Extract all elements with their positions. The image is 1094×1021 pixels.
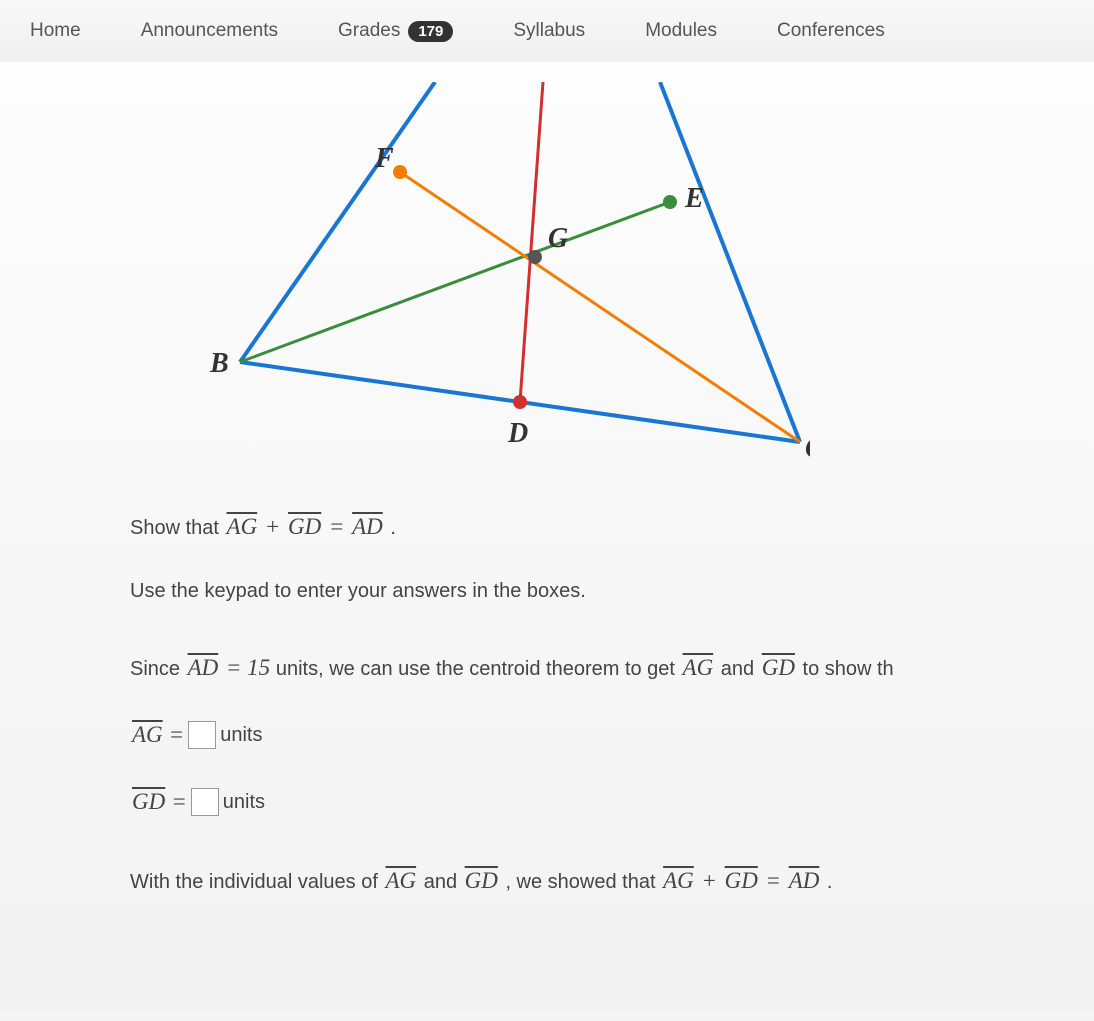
equals-3: = <box>171 782 187 821</box>
seg-gd-4: GD <box>463 868 500 893</box>
since-line: Since AD = 15 units, we can use the cent… <box>130 648 1034 687</box>
equals-2: = <box>169 715 185 754</box>
grades-badge: 179 <box>408 21 453 42</box>
gd-input[interactable] <box>191 788 219 816</box>
label-d: D <box>507 418 528 449</box>
side-ac <box>660 82 800 442</box>
nav-grades-label: Grades <box>338 20 400 42</box>
seg-gd-3: GD <box>130 782 167 821</box>
nav-conferences[interactable]: Conferences <box>777 20 885 42</box>
plus-2: + <box>701 868 722 893</box>
show-that-line: Show that AG + GD = AD . <box>130 507 1034 546</box>
seg-ag-4: AG <box>383 868 418 893</box>
since-suffix: units, we can use the centroid theorem t… <box>276 658 681 680</box>
seg-ad-2: AD <box>186 655 221 680</box>
ad-value: = 15 <box>226 655 276 680</box>
nav-announcements-label: Announcements <box>141 20 278 42</box>
seg-ag-2: AG <box>681 655 716 680</box>
period-1: . <box>390 517 396 539</box>
triangle-diagram: F E G B D C <box>130 82 810 472</box>
median-be <box>240 202 670 362</box>
ag-input-line: AG = units <box>130 715 1034 754</box>
problem-text: Show that AG + GD = AD . Use the keypad … <box>130 507 1034 900</box>
equals-4: = <box>765 868 786 893</box>
label-e: E <box>684 183 704 214</box>
gd-input-line: GD = units <box>130 782 1034 821</box>
nav-modules[interactable]: Modules <box>645 20 717 42</box>
seg-ad: AD <box>350 514 385 539</box>
seg-gd-2: GD <box>760 655 797 680</box>
conclusion-line: With the individual values of AG and GD … <box>130 861 1034 900</box>
period-2: . <box>827 871 833 893</box>
since-prefix: Since <box>130 658 186 680</box>
and-1: and <box>721 658 760 680</box>
point-e <box>663 195 677 209</box>
point-d <box>513 395 527 409</box>
point-f <box>393 165 407 179</box>
nav-modules-label: Modules <box>645 20 717 42</box>
nav-bar: Home Announcements Grades 179 Syllabus M… <box>0 0 1094 62</box>
units-1: units <box>220 718 262 752</box>
median-cf <box>400 172 800 442</box>
nav-syllabus[interactable]: Syllabus <box>513 20 585 42</box>
seg-ag-3: AG <box>130 715 165 754</box>
seg-ad-3: AD <box>787 868 822 893</box>
equals-1: = <box>329 514 350 539</box>
units-2: units <box>223 785 265 819</box>
median-ad <box>520 82 543 402</box>
point-g <box>528 250 542 264</box>
nav-home[interactable]: Home <box>30 20 81 42</box>
label-c: C <box>805 433 810 464</box>
label-f: F <box>374 143 394 174</box>
content-area: F E G B D C Show that AG + GD = AD . Use… <box>0 62 1094 1012</box>
conclusion-mid: , we showed that <box>505 871 661 893</box>
to-show: to show th <box>803 658 894 680</box>
seg-ag-5: AG <box>661 868 696 893</box>
seg-ag: AG <box>225 514 260 539</box>
ag-input[interactable] <box>188 721 216 749</box>
conclusion-prefix: With the individual values of <box>130 871 383 893</box>
nav-home-label: Home <box>30 20 81 42</box>
nav-syllabus-label: Syllabus <box>513 20 585 42</box>
show-that-prefix: Show that <box>130 517 225 539</box>
seg-gd-5: GD <box>723 868 760 893</box>
instruction-line: Use the keypad to enter your answers in … <box>130 574 1034 608</box>
nav-announcements[interactable]: Announcements <box>141 20 278 42</box>
plus-1: + <box>265 514 286 539</box>
nav-grades[interactable]: Grades 179 <box>338 20 453 42</box>
and-2: and <box>424 871 463 893</box>
nav-conferences-label: Conferences <box>777 20 885 42</box>
label-g: G <box>548 223 568 254</box>
seg-gd: GD <box>286 514 323 539</box>
label-b: B <box>209 348 229 379</box>
side-ab <box>240 82 435 362</box>
